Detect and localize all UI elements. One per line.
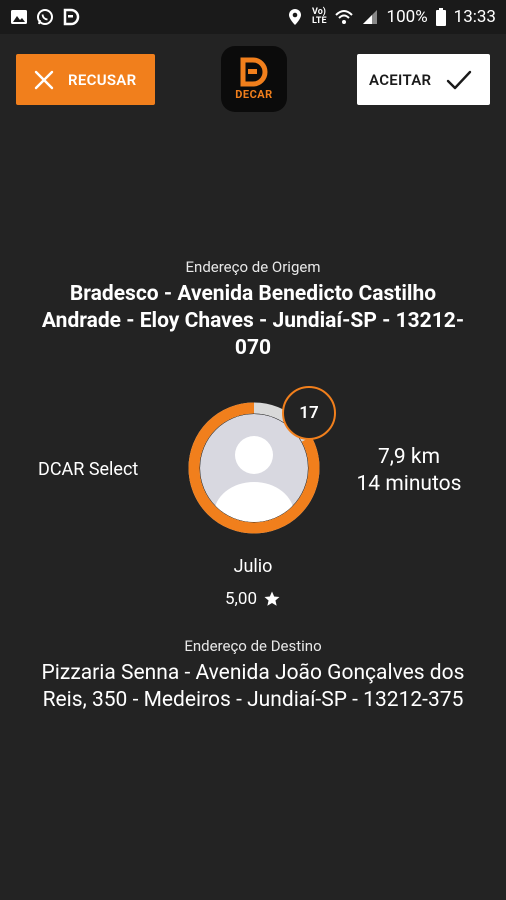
volte-icon: Vo) LTE	[312, 7, 327, 26]
trip-duration: 14 minutos	[356, 472, 462, 496]
refuse-button-label: RECUSAR	[68, 70, 137, 89]
driver-name: Julio	[233, 556, 273, 577]
destination-address: Pizzaria Senna - Avenida João Gonçalves …	[41, 661, 465, 712]
top-action-bar: RECUSAR DECAR ACEITAR	[0, 34, 506, 124]
accept-button[interactable]: ACEITAR	[357, 54, 490, 105]
trip-distance: 7,9 km	[377, 445, 440, 469]
rating-value: 5,00	[224, 589, 257, 609]
refuse-button[interactable]: RECUSAR	[16, 54, 155, 105]
whatsapp-icon	[37, 9, 53, 25]
origin-label: Endereço de Origem	[185, 258, 321, 276]
service-type: DCAR Select	[38, 459, 139, 480]
status-right: Vo) LTE 100% 13:33	[286, 7, 496, 27]
dcar-icon	[63, 8, 80, 26]
close-icon	[34, 70, 54, 89]
logo-text: DECAR	[235, 88, 273, 101]
checkmark-icon	[446, 70, 472, 89]
star-icon	[264, 591, 280, 606]
signal-icon	[362, 10, 377, 24]
image-icon	[11, 10, 27, 24]
battery-icon	[435, 8, 446, 26]
dcar-logo-icon	[240, 57, 268, 87]
wifi-icon	[334, 10, 353, 24]
pending-count-badge: 17	[282, 386, 336, 440]
driver-rating: 5,00	[0, 589, 506, 609]
clock: 13:33	[453, 7, 496, 27]
accept-button-label: ACEITAR	[369, 70, 432, 89]
battery-percent: 100%	[386, 7, 428, 27]
origin-address: Bradesco - Avenida Benedicto Castilho An…	[41, 282, 465, 360]
location-icon	[289, 9, 302, 25]
destination-label: Endereço de Destino	[184, 637, 322, 655]
trip-summary: 7,9 km 14 minutos	[338, 444, 480, 498]
app-logo: DECAR	[221, 46, 287, 112]
status-left	[10, 8, 80, 26]
status-bar: Vo) LTE 100% 13:33	[0, 0, 506, 34]
